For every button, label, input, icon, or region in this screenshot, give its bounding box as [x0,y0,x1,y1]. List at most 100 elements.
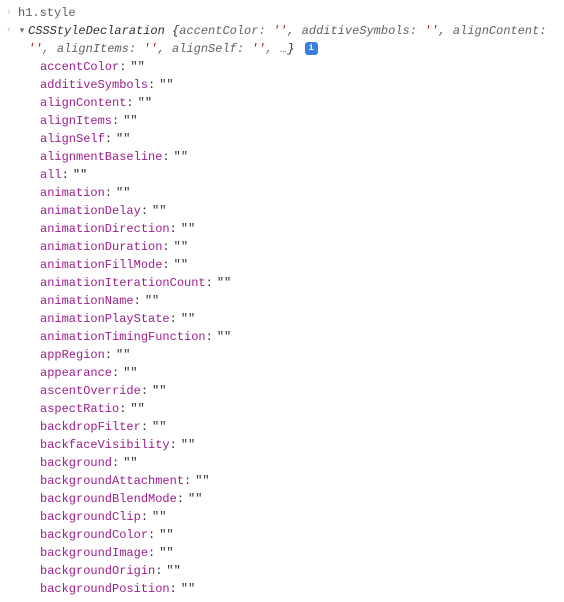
property-value: "" [166,562,180,580]
property-value: "" [130,400,144,418]
output-prompt-icon: ‹ [2,22,16,40]
property-value: "" [152,382,166,400]
property-value: "" [123,454,137,472]
property-row[interactable]: backfaceVisibility:"" [40,436,564,454]
property-value: "" [217,274,231,292]
property-value: "" [152,508,166,526]
object-type-name: CSSStyleDeclaration [28,24,165,38]
property-row[interactable]: animationDirection:"" [40,220,564,238]
property-row[interactable]: all:"" [40,166,564,184]
summary-key: alignSelf [172,42,237,56]
property-row[interactable]: additiveSymbols:"" [40,76,564,94]
property-value: "" [145,292,159,310]
object-summary[interactable]: CSSStyleDeclaration {accentColor: '', ad… [28,22,562,58]
property-key: animationIterationCount [40,274,206,292]
property-row[interactable]: appearance:"" [40,364,564,382]
property-row[interactable]: backgroundPosition:"" [40,580,564,598]
property-value: "" [123,364,137,382]
property-key: alignItems [40,112,112,130]
property-key: animationPlayState [40,310,170,328]
property-value: "" [174,256,188,274]
property-value: "" [130,58,144,76]
summary-value: '' [273,24,287,38]
info-badge-icon[interactable]: i [305,42,318,55]
console-input-row: › h1.style [0,4,564,22]
property-value: "" [116,184,130,202]
property-value: "" [138,94,152,112]
property-key: appearance [40,364,112,382]
property-row[interactable]: animationDelay:"" [40,202,564,220]
property-row[interactable]: animationName:"" [40,292,564,310]
property-key: background [40,454,112,472]
property-key: backgroundAttachment [40,472,184,490]
property-key: alignContent [40,94,126,112]
property-value: "" [181,220,195,238]
property-key: backfaceVisibility [40,436,170,454]
property-key: appRegion [40,346,105,364]
summary-key: alignItems [57,42,129,56]
property-key: backgroundBlendMode [40,490,177,508]
property-value: "" [152,418,166,436]
property-row[interactable]: ascentOverride:"" [40,382,564,400]
property-row[interactable]: animationIterationCount:"" [40,274,564,292]
property-key: animationDuration [40,238,162,256]
object-properties-list: accentColor:""additiveSymbols:""alignCon… [0,58,564,598]
property-row[interactable]: animationFillMode:"" [40,256,564,274]
summary-value: '' [143,42,157,56]
property-value: "" [195,472,209,490]
property-key: animationTimingFunction [40,328,206,346]
property-value: "" [159,526,173,544]
property-value: "" [116,130,130,148]
property-row[interactable]: alignmentBaseline:"" [40,148,564,166]
property-value: "" [174,238,188,256]
property-row[interactable]: background:"" [40,454,564,472]
property-row[interactable]: alignContent:"" [40,94,564,112]
property-row[interactable]: backgroundClip:"" [40,508,564,526]
input-expression[interactable]: h1.style [16,4,76,22]
property-value: "" [159,76,173,94]
property-key: animationFillMode [40,256,162,274]
property-value: "" [181,310,195,328]
property-row[interactable]: accentColor:"" [40,58,564,76]
property-row[interactable]: backgroundColor:"" [40,526,564,544]
expand-toggle-icon[interactable]: ▾ [16,22,28,40]
property-value: "" [181,436,195,454]
summary-key: alignContent [453,24,539,38]
property-value: "" [159,544,173,562]
summary-key: accentColor [179,24,258,38]
property-key: animationName [40,292,134,310]
summary-value: '' [424,24,438,38]
property-row[interactable]: backgroundOrigin:"" [40,562,564,580]
console-result-row: ‹ ▾ CSSStyleDeclaration {accentColor: ''… [0,22,564,58]
property-key: all [40,166,62,184]
property-row[interactable]: backgroundImage:"" [40,544,564,562]
property-row[interactable]: animation:"" [40,184,564,202]
property-row[interactable]: appRegion:"" [40,346,564,364]
property-row[interactable]: backdropFilter:"" [40,418,564,436]
property-row[interactable]: aspectRatio:"" [40,400,564,418]
summary-value: '' [28,42,42,56]
property-row[interactable]: alignSelf:"" [40,130,564,148]
property-key: backgroundImage [40,544,148,562]
summary-key: additiveSymbols [302,24,410,38]
property-key: ascentOverride [40,382,141,400]
property-row[interactable]: animationTimingFunction:"" [40,328,564,346]
property-key: alignSelf [40,130,105,148]
property-key: backgroundOrigin [40,562,155,580]
property-key: animationDirection [40,220,170,238]
property-value: "" [73,166,87,184]
property-key: animation [40,184,105,202]
property-key: animationDelay [40,202,141,220]
property-row[interactable]: backgroundBlendMode:"" [40,490,564,508]
property-key: backgroundColor [40,526,148,544]
property-key: backgroundPosition [40,580,170,598]
property-row[interactable]: animationDuration:"" [40,238,564,256]
property-row[interactable]: alignItems:"" [40,112,564,130]
property-key: alignmentBaseline [40,148,162,166]
summary-value: '' [251,42,265,56]
property-value: "" [123,112,137,130]
property-row[interactable]: backgroundAttachment:"" [40,472,564,490]
property-key: backgroundClip [40,508,141,526]
property-row[interactable]: animationPlayState:"" [40,310,564,328]
property-value: "" [174,148,188,166]
